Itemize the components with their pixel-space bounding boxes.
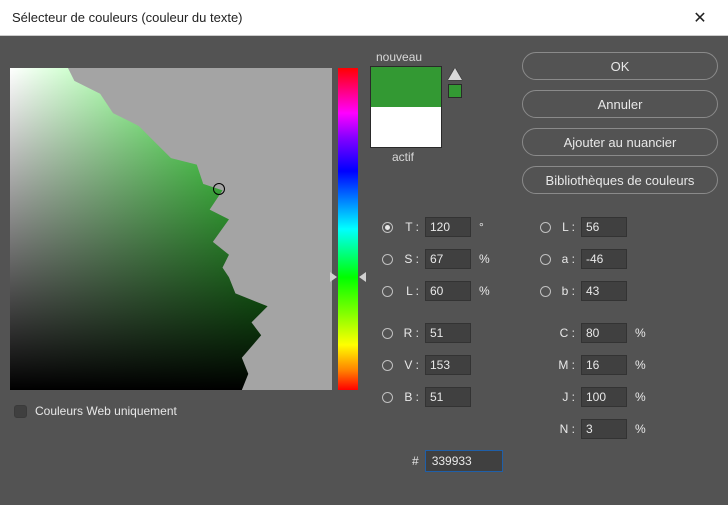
label-J: J : <box>555 390 575 404</box>
input-J[interactable] <box>581 387 627 407</box>
label-M: M : <box>555 358 575 372</box>
new-color-swatch[interactable] <box>371 67 441 107</box>
label-S: S : <box>397 252 419 266</box>
unit-pct-c: % <box>635 326 651 340</box>
label-B: B : <box>397 390 419 404</box>
hue-handle-left-icon[interactable] <box>330 272 337 282</box>
input-C[interactable] <box>581 323 627 343</box>
label-b: b : <box>555 284 575 298</box>
input-Lhsl[interactable] <box>425 281 471 301</box>
radio-Lhsl[interactable] <box>382 286 393 297</box>
radio-R[interactable] <box>382 328 393 339</box>
unit-pct-l: % <box>479 284 495 298</box>
input-S[interactable] <box>425 249 471 269</box>
hue-handle-right-icon[interactable] <box>359 272 366 282</box>
input-a[interactable] <box>581 249 627 269</box>
radio-hue[interactable] <box>382 222 393 233</box>
label-V: V : <box>397 358 419 372</box>
hue-slider[interactable] <box>338 68 358 390</box>
input-L[interactable] <box>581 217 627 237</box>
input-M[interactable] <box>581 355 627 375</box>
label-C: C : <box>555 326 575 340</box>
window-title: Sélecteur de couleurs (couleur du texte) <box>12 10 243 25</box>
input-N[interactable] <box>581 419 627 439</box>
radio-V[interactable] <box>382 360 393 371</box>
radio-b[interactable] <box>540 286 551 297</box>
active-color-label: actif <box>392 150 414 164</box>
current-color-swatch[interactable] <box>371 107 441 147</box>
radio-L[interactable] <box>540 222 551 233</box>
radio-S[interactable] <box>382 254 393 265</box>
label-T: T : <box>397 220 419 234</box>
web-only-label: Couleurs Web uniquement <box>35 404 177 418</box>
input-T[interactable] <box>425 217 471 237</box>
color-libraries-button[interactable]: Bibliothèques de couleurs <box>522 166 718 194</box>
new-color-label: nouveau <box>376 50 422 64</box>
gamut-mask <box>10 68 332 390</box>
ok-button[interactable]: OK <box>522 52 718 80</box>
label-a: a : <box>555 252 575 266</box>
close-icon[interactable]: ✕ <box>684 2 716 34</box>
unit-pct-j: % <box>635 390 651 404</box>
label-Lhsl: L : <box>397 284 419 298</box>
label-R: R : <box>397 326 419 340</box>
values-grid: T : ° L : S : % a : <box>382 216 718 440</box>
input-b[interactable] <box>581 281 627 301</box>
unit-pct-m: % <box>635 358 651 372</box>
unit-deg: ° <box>479 220 495 234</box>
color-field[interactable] <box>10 68 332 390</box>
input-V[interactable] <box>425 355 471 375</box>
gamut-warning-icon[interactable] <box>448 68 462 80</box>
dialog-body: Couleurs Web uniquement nouveau actif OK… <box>0 36 728 505</box>
input-B[interactable] <box>425 387 471 407</box>
cancel-button[interactable]: Annuler <box>522 90 718 118</box>
unit-pct-s: % <box>479 252 495 266</box>
radio-a[interactable] <box>540 254 551 265</box>
gamut-suggest-swatch[interactable] <box>448 84 462 98</box>
input-hex[interactable] <box>425 450 503 472</box>
radio-B[interactable] <box>382 392 393 403</box>
unit-pct-n: % <box>635 422 651 436</box>
picker-cursor-icon[interactable] <box>213 183 225 195</box>
web-only-checkbox[interactable] <box>14 405 27 418</box>
label-hash: # <box>412 454 419 468</box>
swatch-box <box>370 66 442 148</box>
label-N: N : <box>555 422 575 436</box>
input-R[interactable] <box>425 323 471 343</box>
add-to-swatches-button[interactable]: Ajouter au nuancier <box>522 128 718 156</box>
label-L: L : <box>555 220 575 234</box>
titlebar: Sélecteur de couleurs (couleur du texte)… <box>0 0 728 36</box>
